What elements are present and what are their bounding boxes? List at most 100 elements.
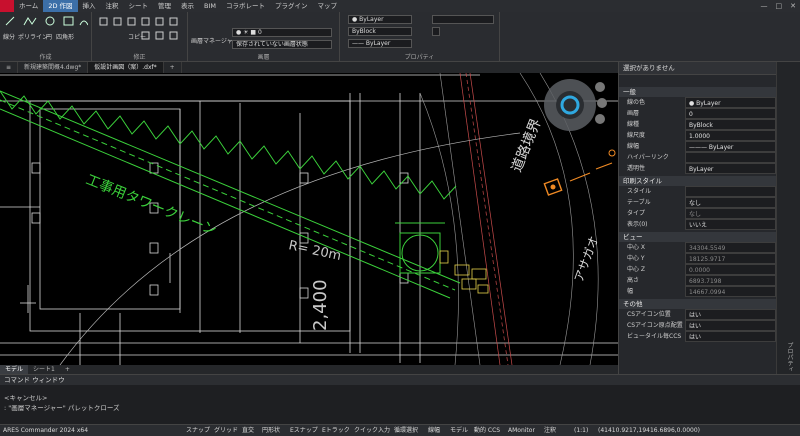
copy-button[interactable]: コピー <box>128 32 146 41</box>
lineweight-value: ByLayer <box>365 40 391 47</box>
menu-tab-collaborate[interactable]: コラボレート <box>221 0 270 12</box>
tab-menu-icon[interactable]: ≡ <box>0 62 18 73</box>
prop-row[interactable]: ハイパーリンク <box>619 152 776 163</box>
prop-key: 高さ <box>627 277 640 284</box>
menu-tab-sheet[interactable]: シート <box>124 0 154 12</box>
section-general[interactable]: 一般 <box>619 87 776 97</box>
prop-value[interactable]: はい <box>685 320 776 331</box>
rectangle-button[interactable]: 四角形 <box>56 32 74 41</box>
lineweight-combo[interactable]: —— ByLayer <box>348 39 412 48</box>
prop-value[interactable]: なし <box>685 208 776 219</box>
menu-tab-annotate[interactable]: 注釈 <box>101 0 124 12</box>
esnap-toggle[interactable]: Eスナップ <box>290 426 318 436</box>
prop-row[interactable]: 線尺度 1.0000 <box>619 130 776 141</box>
tab-sheet1[interactable]: シート1 <box>28 365 60 374</box>
prop-row[interactable]: 線の色 ● ByLayer <box>619 97 776 108</box>
prop-row[interactable]: 透明性 ByLayer <box>619 163 776 174</box>
prop-row[interactable]: 中心 Y 18125.9717 <box>619 253 776 264</box>
cycle-select-toggle[interactable]: 循環選択 <box>394 426 418 436</box>
etrack-toggle[interactable]: Eトラック <box>322 426 350 436</box>
prop-row[interactable]: CSアイコン位置 はい <box>619 309 776 320</box>
section-misc[interactable]: その他 <box>619 299 776 309</box>
prop-row[interactable]: 中心 X 34304.5549 <box>619 242 776 253</box>
navigation-wheel-icon[interactable] <box>544 79 607 131</box>
prop-value[interactable] <box>685 152 776 163</box>
menu-tab-home[interactable]: ホーム <box>14 0 43 12</box>
prop-row[interactable]: 高さ 6893.7198 <box>619 275 776 286</box>
lineweight-sample-icon: —— <box>352 40 366 47</box>
current-layer-combo[interactable]: ● ☀ ■ 0 <box>232 28 332 37</box>
section-view[interactable]: ビュー <box>619 232 776 242</box>
document-tab-2[interactable]: 仮設計画図（案）.dxf* <box>88 62 164 73</box>
prop-value[interactable]: はい <box>685 309 776 320</box>
snap-toggle[interactable]: スナップ <box>186 426 210 436</box>
prop-row[interactable]: 線種 ByBlock <box>619 119 776 130</box>
prop-key: タイプ <box>627 210 646 217</box>
prop-value[interactable]: はい <box>685 331 776 342</box>
close-icon[interactable]: ✕ <box>790 0 796 12</box>
polar-toggle[interactable]: 円形状 <box>262 426 280 436</box>
annotation-toggle[interactable]: 注釈 <box>544 426 556 436</box>
drawing-canvas[interactable]: 工事用タワークレーン R= 20m 2,400 道路境界 アサガオ <box>0 73 618 365</box>
current-layer-value: 0 <box>258 29 262 36</box>
prop-row[interactable]: スタイル <box>619 186 776 197</box>
dynamic-ccs-toggle[interactable]: 動的 CCS <box>474 426 500 436</box>
color-combo[interactable]: ● ByLayer <box>348 15 412 24</box>
grid-toggle[interactable]: グリッド <box>214 426 238 436</box>
maximize-icon[interactable]: □ <box>776 0 783 12</box>
prop-value[interactable]: ByBlock <box>685 119 776 130</box>
prop-row[interactable]: CSアイコン原点配置 はい <box>619 320 776 331</box>
prop-value[interactable]: 1.0000 <box>685 130 776 141</box>
prop-row[interactable]: 表示(0) いいえ <box>619 219 776 230</box>
modify-group-label: 修正 <box>133 54 146 61</box>
minimize-icon[interactable]: — <box>761 0 768 12</box>
properties-side-tab[interactable]: プロパティ <box>776 62 800 374</box>
quick-input-toggle[interactable]: クイック入力 <box>354 426 390 436</box>
document-tab-1[interactable]: 新規建築間概4.dwg* <box>18 62 89 73</box>
menu-tab-plugin[interactable]: プラグイン <box>270 0 313 12</box>
prop-value[interactable]: ● ByLayer <box>685 97 776 108</box>
prop-row[interactable]: 幅 14667.0994 <box>619 286 776 297</box>
draw-group-label: 作成 <box>39 54 52 61</box>
prop-row[interactable]: 画層 0 <box>619 108 776 119</box>
section-print-style[interactable]: 印刷スタイル <box>619 176 776 186</box>
ortho-toggle[interactable]: 直交 <box>242 426 254 436</box>
prop-row[interactable]: タイプ なし <box>619 208 776 219</box>
prop-value[interactable]: ——— ByLayer <box>685 141 776 152</box>
menu-tab-2d-draw[interactable]: 2D 作図 <box>43 0 78 12</box>
app-logo-icon[interactable] <box>0 0 14 12</box>
prop-row[interactable]: テーブル なし <box>619 197 776 208</box>
menu-tab-view[interactable]: 表示 <box>176 0 199 12</box>
menu-tab-map[interactable]: マップ <box>313 0 343 12</box>
tab-model[interactable]: モデル <box>0 365 29 374</box>
circle-button[interactable]: 円 <box>46 32 52 41</box>
prop-value[interactable]: なし <box>685 197 776 208</box>
prop-value[interactable]: 0 <box>685 108 776 119</box>
draw-tools-icon[interactable] <box>4 15 88 27</box>
prop-row[interactable]: ビュータイル毎CCS はい <box>619 331 776 342</box>
model-toggle[interactable]: モデル <box>450 426 468 436</box>
menu-tab-manage[interactable]: 管理 <box>153 0 176 12</box>
prop-value[interactable]: ByLayer <box>685 163 776 174</box>
menu-tab-bim[interactable]: BIM <box>199 0 221 12</box>
line-button[interactable]: 線分 <box>3 32 15 41</box>
polyline-button[interactable]: ポリライン <box>18 32 48 41</box>
layer-state-combo[interactable]: 保存されていない画層状態 <box>232 40 332 49</box>
add-sheet-button[interactable]: + <box>60 365 75 374</box>
road-boundary <box>459 73 513 365</box>
selection-header[interactable]: 選択がありません <box>619 62 776 75</box>
annotation-scale[interactable]: (1:1) <box>574 426 588 436</box>
prop-value[interactable]: いいえ <box>685 219 776 230</box>
prop-row[interactable]: 中心 Z 0.0000 <box>619 264 776 275</box>
amonitor-toggle[interactable]: AMonitor <box>508 426 535 436</box>
lineweight-toggle[interactable]: 線幅 <box>428 426 440 436</box>
cad-drawing[interactable]: 工事用タワークレーン R= 20m 2,400 道路境界 アサガオ <box>0 73 618 365</box>
prop-row[interactable]: 線幅 ——— ByLayer <box>619 141 776 152</box>
linetype-combo[interactable]: ByBlock <box>348 27 412 36</box>
cursor-coordinates: (41410.9217,19416.6896,0.0000) <box>598 427 701 434</box>
menu-tab-insert[interactable]: 挿入 <box>78 0 101 12</box>
transparency-combo[interactable] <box>432 15 494 24</box>
transparency-slider[interactable] <box>432 27 440 36</box>
prop-value[interactable] <box>685 186 776 197</box>
new-tab-button[interactable]: + <box>164 62 182 73</box>
